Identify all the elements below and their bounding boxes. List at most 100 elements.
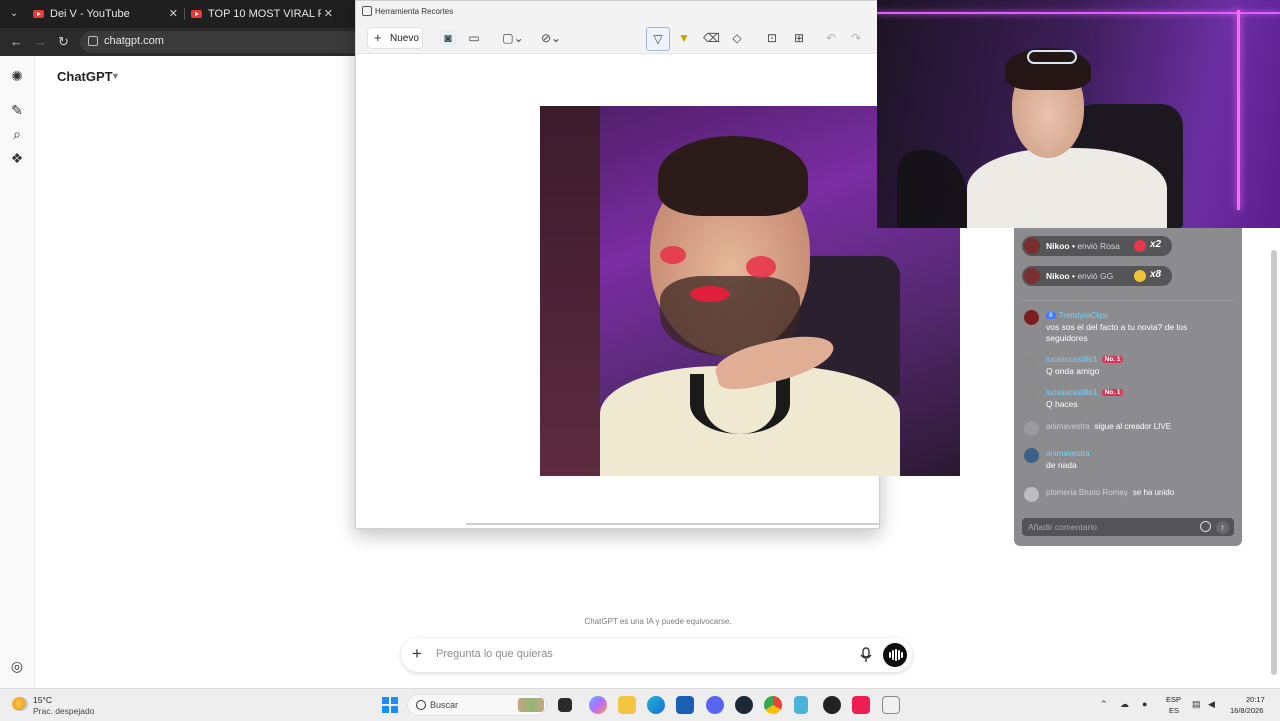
tab-youtube-1[interactable]: Dei V - YouTube ✕ xyxy=(33,4,178,24)
network-app-icon[interactable]: ☁ xyxy=(1120,699,1129,710)
comment-placeholder[interactable]: Añadir comentario xyxy=(1028,522,1097,532)
gift-count: x8 xyxy=(1150,269,1162,280)
tab-separator xyxy=(184,8,185,20)
gift-count: x2 xyxy=(1150,239,1162,250)
edge-icon[interactable] xyxy=(647,696,665,714)
obs-icon[interactable] xyxy=(823,696,841,714)
add-attachment-icon[interactable]: + xyxy=(412,645,422,663)
rectangle-mode-icon[interactable]: ▢⌄ xyxy=(500,30,526,46)
weather-icon[interactable] xyxy=(12,697,28,711)
clock-date[interactable]: 16/8/2026 xyxy=(1230,706,1263,715)
clock-time[interactable]: 20:17 xyxy=(1246,695,1265,704)
gift-notification: Nikoo • envió Rosa x2 xyxy=(1022,236,1172,256)
volume-icon[interactable]: ◀ xyxy=(1208,699,1215,710)
file-explorer-icon[interactable] xyxy=(618,696,636,714)
gg-gift-icon xyxy=(1134,270,1146,282)
snipping-toolbar: + Nuevo ◙ ▭ ▢⌄ ⊘⌄ ▽ ▼ ⌫ ◇ ⊡ ⊞ ↶ ↷ xyxy=(356,23,879,54)
text-actions-icon[interactable]: ⊞ xyxy=(791,30,807,46)
taskbar-search[interactable]: Buscar xyxy=(407,694,547,716)
chat-text: Q haces xyxy=(1046,399,1078,409)
tab-search-chevron-icon[interactable]: ⌄ xyxy=(6,6,22,22)
forward-icon[interactable]: → xyxy=(34,34,47,49)
video-icon[interactable]: ▭ xyxy=(466,30,482,46)
address-bar[interactable]: chatgpt.com xyxy=(80,31,380,53)
gift-text: Nikoo • envió GG xyxy=(1046,271,1114,281)
weather-temperature[interactable]: 15°C xyxy=(33,695,52,705)
canvas-divider xyxy=(466,523,879,525)
search-highlight-image xyxy=(518,698,544,712)
streamer-webcam-video xyxy=(877,0,1280,228)
avatar xyxy=(1024,268,1040,284)
gpts-icon[interactable]: ❖ xyxy=(9,150,25,166)
chrome-icon[interactable] xyxy=(764,696,782,714)
new-snip-button[interactable]: + Nuevo xyxy=(367,27,423,49)
live-chat-overlay: Nikoo • envió Rosa x2 Nikoo • envió GG x… xyxy=(1014,228,1242,546)
avatar xyxy=(1024,487,1039,502)
profile-icon[interactable]: ◎ xyxy=(9,658,25,674)
avatar xyxy=(1024,421,1039,436)
keyboard-layout[interactable]: ES xyxy=(1169,706,1179,715)
discord-icon[interactable] xyxy=(706,696,724,714)
tiktok-icon[interactable] xyxy=(852,696,870,714)
close-tab-icon[interactable]: ✕ xyxy=(169,7,178,20)
camera-icon[interactable]: ◙ xyxy=(440,30,456,46)
snipping-tool-app-icon xyxy=(362,6,372,16)
show-hidden-icons-chevron-icon[interactable]: ⌃ xyxy=(1100,699,1108,710)
shapes-icon[interactable]: ◇ xyxy=(729,30,745,46)
close-tab-icon[interactable]: ✕ xyxy=(324,7,333,20)
eraser-icon[interactable]: ⌫ xyxy=(703,30,720,46)
snipping-tool-taskbar-icon[interactable] xyxy=(882,696,900,714)
microphone-tray-icon[interactable]: ● xyxy=(1142,699,1147,709)
chat-username[interactable]: animavestra sigue al creador LIVE xyxy=(1046,422,1171,431)
chat-text: Q onda amigo xyxy=(1046,366,1100,376)
back-icon[interactable]: ← xyxy=(10,34,23,49)
avatar xyxy=(1024,238,1040,254)
avatar xyxy=(1024,387,1039,402)
microphone-icon[interactable] xyxy=(859,647,873,663)
redo-icon[interactable]: ↷ xyxy=(848,30,864,46)
ballpoint-pen-icon[interactable]: ▽ xyxy=(646,27,670,51)
gift-notification: Nikoo • envió GG x8 xyxy=(1022,266,1172,286)
new-chat-icon[interactable]: ✎ xyxy=(9,102,25,118)
chat-username[interactable]: lucasscastillo1 No. 1 xyxy=(1046,355,1124,364)
youtube-icon xyxy=(33,10,44,18)
comment-input[interactable]: Añadir comentario ↑ xyxy=(1022,518,1234,536)
notepad-icon[interactable] xyxy=(794,696,808,714)
tab-title: TOP 10 MOST VIRAL PHONK/FUNK xyxy=(208,8,321,20)
model-selector[interactable]: ChatGPT xyxy=(57,69,113,84)
chat-text: de nada xyxy=(1046,460,1077,470)
store-icon[interactable] xyxy=(676,696,694,714)
openai-logo-icon[interactable]: ✺ xyxy=(9,68,25,84)
chat-username[interactable]: 8 TrendyraClips xyxy=(1046,311,1108,320)
windows-start-icon[interactable] xyxy=(382,697,398,713)
composer-placeholder[interactable]: Pregunta lo que quieras xyxy=(436,648,553,660)
window-title: Herramienta Recortes xyxy=(375,7,454,16)
keyboard-language[interactable]: ESP xyxy=(1166,695,1181,704)
task-view-icon[interactable] xyxy=(558,698,572,712)
snipping-tool-window: Herramienta Recortes + Nuevo ◙ ▭ ▢⌄ ⊘⌄ ▽… xyxy=(355,0,960,529)
emoji-icon[interactable] xyxy=(1200,521,1211,532)
plus-icon: + xyxy=(374,30,382,45)
composer[interactable]: + Pregunta lo que quieras xyxy=(401,638,912,672)
reload-icon[interactable]: ↻ xyxy=(58,34,69,50)
weather-description[interactable]: Prac. despejado xyxy=(33,706,94,716)
chevron-down-icon[interactable]: ▼ xyxy=(111,71,120,81)
wifi-icon[interactable]: ▤ xyxy=(1192,699,1201,710)
highlighter-icon[interactable]: ▼ xyxy=(676,30,692,46)
chat-username[interactable]: plomeria Bruno Romay se ha unido xyxy=(1046,488,1174,497)
chat-username[interactable]: animavestra xyxy=(1046,449,1090,458)
tab-youtube-2[interactable]: TOP 10 MOST VIRAL PHONK/FUNK ✕ xyxy=(191,4,333,24)
avatar xyxy=(1024,448,1039,463)
search-chats-icon[interactable]: ⌕ xyxy=(9,126,25,142)
crop-icon[interactable]: ⊡ xyxy=(764,30,780,46)
delay-timer-icon[interactable]: ⊘⌄ xyxy=(538,30,564,46)
steam-icon[interactable] xyxy=(735,696,753,714)
voice-mode-button[interactable] xyxy=(883,643,907,667)
chat-username[interactable]: lucasscastillo1 No. 1 xyxy=(1046,388,1124,397)
snipping-tool-titlebar[interactable]: Herramienta Recortes xyxy=(356,1,879,23)
page-scrollbar[interactable] xyxy=(1271,250,1277,675)
undo-icon[interactable]: ↶ xyxy=(823,30,839,46)
send-arrow-icon[interactable]: ↑ xyxy=(1216,521,1229,534)
site-info-icon[interactable] xyxy=(88,36,98,46)
copilot-icon[interactable] xyxy=(589,696,607,714)
